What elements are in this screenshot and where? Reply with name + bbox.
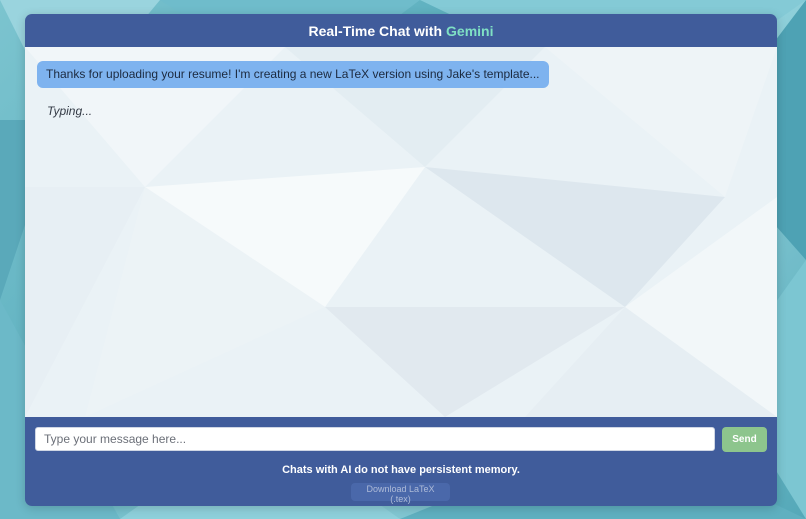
composer-row: Send bbox=[35, 427, 767, 452]
header-title: Real-Time Chat with bbox=[308, 22, 443, 39]
message-list: Thanks for uploading your resume! I'm cr… bbox=[25, 47, 777, 132]
chat-window: Real-Time Chat with Gemini Thanks for up… bbox=[25, 14, 777, 506]
typing-indicator: Typing... bbox=[47, 104, 93, 118]
chat-footer: Send Chats with AI do not have persisten… bbox=[25, 417, 777, 506]
assistant-message-bubble: Thanks for uploading your resume! I'm cr… bbox=[37, 61, 549, 88]
chat-header: Real-Time Chat with Gemini bbox=[25, 14, 777, 47]
header-brand: Gemini bbox=[446, 22, 494, 39]
memory-notice: Chats with AI do not have persistent mem… bbox=[282, 464, 520, 476]
download-latex-button[interactable]: Download LaTeX (.tex) bbox=[351, 483, 450, 504]
send-button[interactable]: Send bbox=[722, 427, 767, 452]
message-input[interactable] bbox=[35, 427, 715, 451]
message-area[interactable]: Thanks for uploading your resume! I'm cr… bbox=[25, 47, 777, 417]
